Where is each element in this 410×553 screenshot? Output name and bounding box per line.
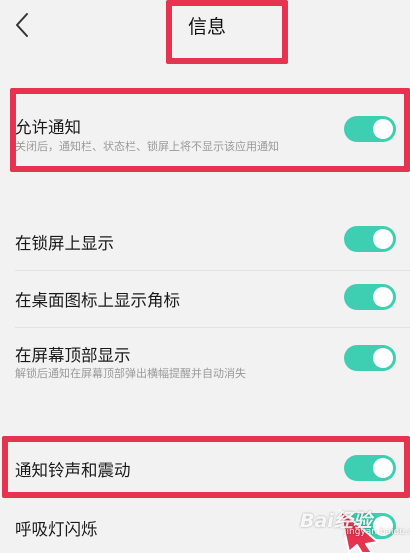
setting-title: 在桌面图标上显示角标: [15, 291, 180, 310]
toggle-switch[interactable]: [344, 455, 396, 481]
setting-subtitle: 关闭后，通知栏、状态栏、锁屏上将不显示该应用通知: [15, 140, 279, 153]
setting-row-ringtone-vibration[interactable]: 通知铃声和震动: [0, 440, 410, 496]
setting-row-show-on-top[interactable]: 在屏幕顶部显示 解锁后通知在屏幕顶部弹出横幅提醒并自动消失: [0, 328, 410, 390]
setting-title: 通知铃声和震动: [15, 461, 131, 480]
page-title: 信息: [188, 16, 227, 38]
setting-title: 呼吸灯闪烁: [15, 520, 98, 539]
chevron-left-icon: [16, 13, 28, 37]
toggle-switch[interactable]: [344, 116, 396, 142]
setting-row-breathing-light[interactable]: 呼吸灯闪烁: [0, 500, 410, 553]
setting-title: 允许通知: [15, 118, 81, 137]
setting-row-allow-notification[interactable]: 允许通知 关闭后，通知栏、状态栏、锁屏上将不显示该应用通知: [0, 92, 410, 170]
toggle-switch[interactable]: [344, 284, 396, 310]
toggle-switch[interactable]: [344, 513, 396, 539]
top-bar: 信息: [0, 0, 410, 58]
setting-row-show-badge[interactable]: 在桌面图标上显示角标: [0, 271, 410, 325]
setting-title: 在屏幕顶部显示: [15, 346, 131, 365]
back-button[interactable]: [8, 10, 36, 40]
toggle-switch[interactable]: [344, 226, 396, 252]
setting-row-show-on-lockscreen[interactable]: 在锁屏上显示: [0, 214, 410, 268]
setting-title: 在锁屏上显示: [15, 234, 114, 253]
setting-subtitle: 解锁后通知在屏幕顶部弹出横幅提醒并自动消失: [15, 367, 246, 380]
toggle-switch[interactable]: [344, 345, 396, 371]
